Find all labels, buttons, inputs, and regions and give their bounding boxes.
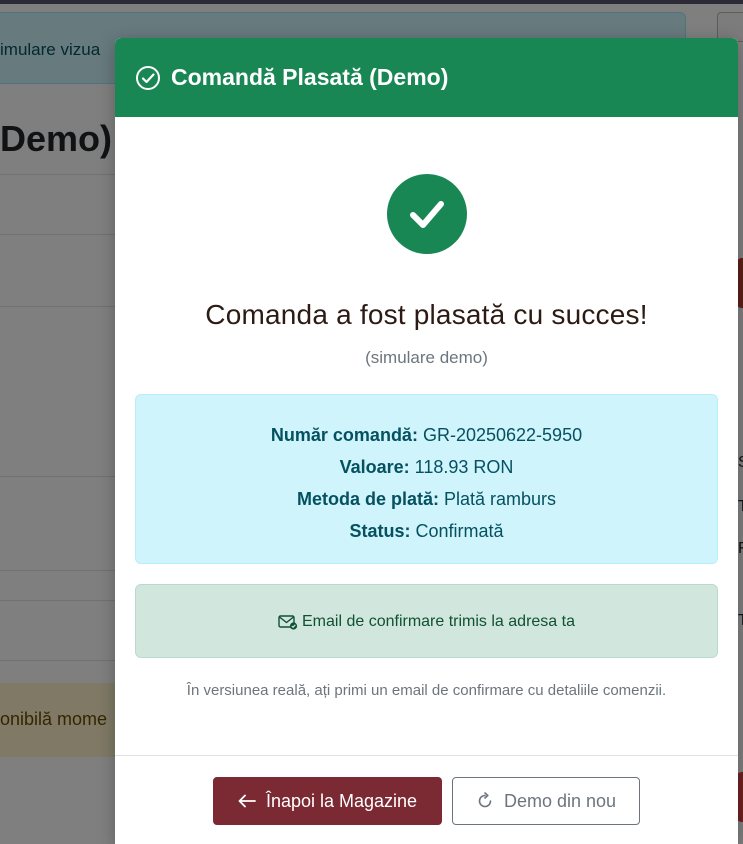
order-status-label: Status: — [349, 521, 411, 541]
modal-title: Comandă Plasată (Demo) — [171, 64, 449, 90]
payment-method-label: Metoda de plată: — [296, 489, 439, 509]
envelope-check-icon — [278, 614, 298, 630]
order-status-row: Status: Confirmată — [136, 515, 717, 547]
success-headline: Comanda a fost plasată cu succes! — [205, 299, 648, 330]
demo-subtitle: (simulare demo) — [365, 348, 488, 367]
order-number-row: Număr comandă: GR-20250622-5950 — [136, 419, 717, 451]
refresh-icon — [476, 792, 494, 810]
modal-footer: Înapoi la Magazine Demo din nou — [115, 755, 738, 844]
arrow-left-icon — [238, 794, 256, 808]
order-number-label: Număr comandă: — [270, 425, 418, 445]
success-icon — [386, 174, 467, 254]
back-button-label: Înapoi la Magazine — [265, 790, 418, 811]
order-details-box: Număr comandă: GR-20250622-5950 Valoare:… — [135, 394, 718, 564]
back-to-stores-button[interactable]: Înapoi la Magazine — [213, 777, 442, 825]
order-number-value: GR-20250622-5950 — [422, 425, 583, 445]
payment-method-value: Plată ramburs — [443, 489, 557, 509]
order-status-value: Confirmată — [415, 521, 504, 541]
check-circle-icon — [135, 65, 161, 91]
order-value-value: 118.93 RON — [414, 457, 514, 477]
demo-again-button[interactable]: Demo din nou — [452, 777, 640, 825]
order-value-row: Valoare: 118.93 RON — [136, 451, 717, 483]
email-confirmation-text: Email de confirmare trimis la adresa ta — [302, 613, 575, 630]
check-icon — [409, 201, 444, 228]
modal-body: Comanda a fost plasată cu succes! (simul… — [115, 174, 738, 699]
modal-header: Comandă Plasată (Demo) — [115, 38, 738, 117]
demo-again-label: Demo din nou — [503, 790, 617, 811]
order-confirmation-modal: Comandă Plasată (Demo) Comanda a fost pl… — [115, 38, 738, 844]
email-confirmation-alert: Email de confirmare trimis la adresa ta — [135, 584, 718, 658]
order-value-label: Valoare: — [339, 457, 410, 477]
payment-method-row: Metoda de plată: Plată ramburs — [136, 483, 717, 515]
demo-note: În versiunea reală, ați primi un email d… — [186, 682, 667, 699]
